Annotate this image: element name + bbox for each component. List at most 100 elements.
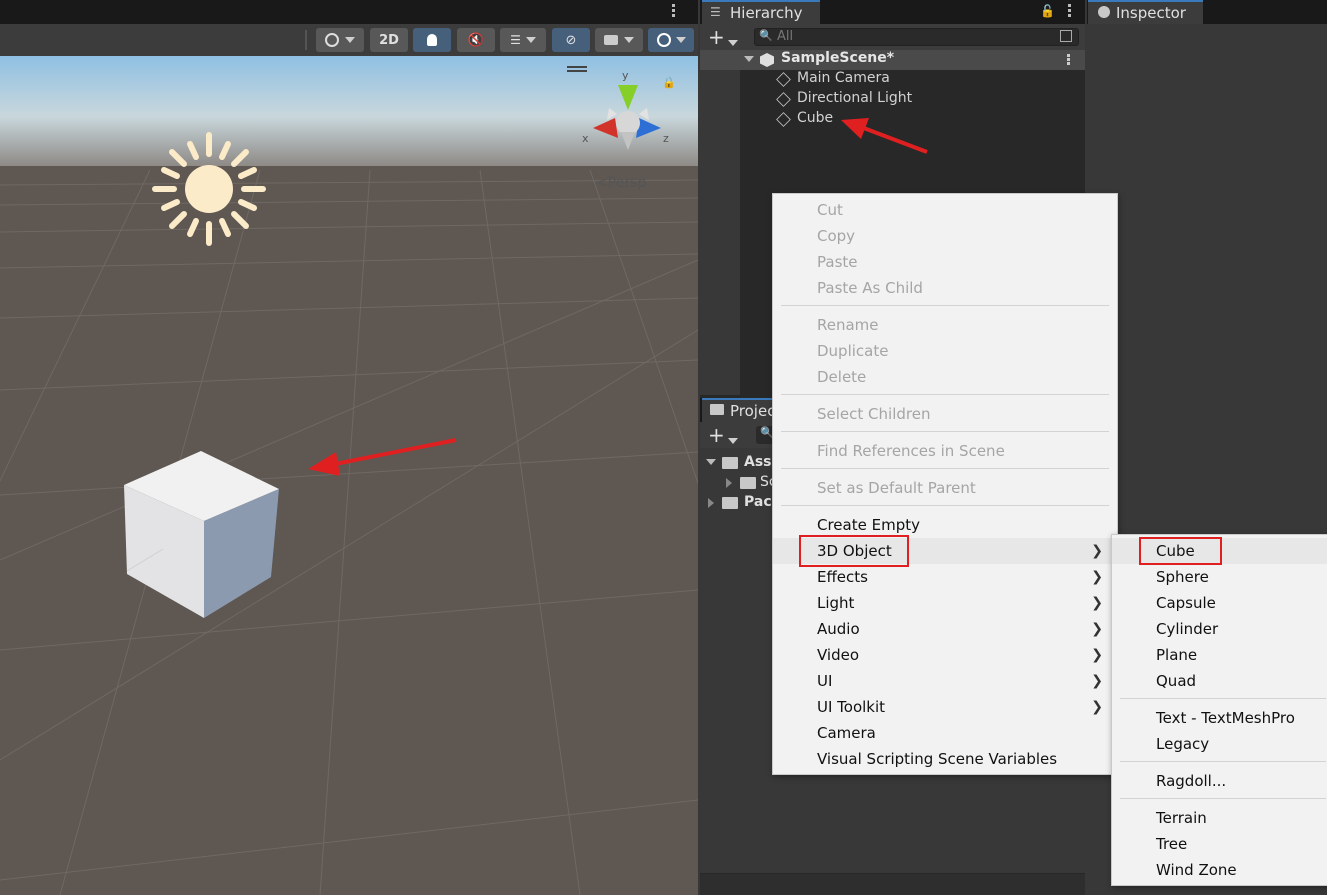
- submenu-item-plane[interactable]: Plane: [1112, 642, 1327, 668]
- menu-item-visual-scripting[interactable]: Visual Scripting Scene Variables: [773, 746, 1117, 772]
- menu-item-camera[interactable]: Camera: [773, 720, 1117, 746]
- menu-separator: [781, 305, 1109, 306]
- chevron-down-icon: [624, 37, 634, 43]
- camera-settings-button[interactable]: [595, 28, 643, 52]
- collapse-arrow-icon[interactable]: [708, 498, 714, 508]
- menu-item-audio[interactable]: Audio ❯: [773, 616, 1117, 642]
- hierarchy-item[interactable]: Main Camera: [775, 70, 1075, 90]
- project-tree-item[interactable]: Ass: [700, 454, 780, 474]
- folder-icon: [710, 404, 724, 415]
- submenu-item-ragdoll[interactable]: Ragdoll...: [1112, 768, 1327, 794]
- menu-item-light[interactable]: Light ❯: [773, 590, 1117, 616]
- submenu-item-quad[interactable]: Quad: [1112, 668, 1327, 694]
- chevron-down-icon: [675, 37, 686, 43]
- menu-item-duplicate[interactable]: Duplicate: [773, 338, 1117, 364]
- more-icon[interactable]: [672, 4, 675, 7]
- scene-tab-strip: [0, 0, 698, 24]
- toolbar-grip: [305, 30, 307, 50]
- menu-item-effects[interactable]: Effects ❯: [773, 564, 1117, 590]
- more-icon[interactable]: [1067, 54, 1070, 57]
- menu-separator: [781, 394, 1109, 395]
- chevron-down-icon[interactable]: [728, 34, 738, 50]
- chevron-left-icon: <: [596, 175, 608, 191]
- add-icon[interactable]: +: [708, 423, 725, 447]
- tab-inspector[interactable]: Inspector: [1088, 0, 1203, 24]
- submenu-item-tree[interactable]: Tree: [1112, 831, 1327, 857]
- chevron-down-icon[interactable]: [728, 432, 738, 448]
- toggle-2d-button[interactable]: 2D: [370, 28, 408, 52]
- submenu-item-cylinder[interactable]: Cylinder: [1112, 616, 1327, 642]
- submenu-item-capsule[interactable]: Capsule: [1112, 590, 1327, 616]
- more-icon[interactable]: [1068, 4, 1071, 7]
- hierarchy-item-label: Directional Light: [797, 90, 913, 106]
- submenu-item-textmeshpro[interactable]: Text - TextMeshPro: [1112, 705, 1327, 731]
- search-icon: 🔍: [759, 29, 773, 42]
- menu-item-rename[interactable]: Rename: [773, 312, 1117, 338]
- lock-icon[interactable]: 🔓: [1040, 4, 1055, 18]
- scene-visibility-button[interactable]: ⊘: [552, 28, 590, 52]
- hierarchy-gutter: [700, 70, 740, 395]
- submenu-item-legacy[interactable]: Legacy: [1112, 731, 1327, 757]
- gizmo-globe-icon: [656, 33, 671, 47]
- chevron-right-icon: ❯: [1091, 621, 1103, 637]
- shading-icon: [325, 33, 339, 47]
- unity-scene-icon: [760, 53, 774, 67]
- info-icon: [1098, 6, 1110, 18]
- orientation-gizmo[interactable]: [585, 70, 675, 155]
- directional-light-icon[interactable]: [152, 132, 266, 246]
- submenu-item-terrain[interactable]: Terrain: [1112, 805, 1327, 831]
- lighting-toggle-button[interactable]: [413, 28, 451, 52]
- menu-separator: [781, 505, 1109, 506]
- menu-item-delete[interactable]: Delete: [773, 364, 1117, 390]
- draw-mode-button[interactable]: [316, 28, 364, 52]
- collapse-arrow-icon[interactable]: [726, 478, 732, 488]
- folder-icon: [722, 457, 738, 469]
- menu-item-find-references[interactable]: Find References in Scene: [773, 438, 1117, 464]
- chevron-right-icon: ❯: [1091, 543, 1103, 559]
- projection-label: Persp: [607, 175, 647, 191]
- menu-item-paste[interactable]: Paste: [773, 249, 1117, 275]
- menu-item-copy[interactable]: Copy: [773, 223, 1117, 249]
- scene-name: SampleScene*: [781, 50, 895, 66]
- gizmo-x-label: x: [582, 132, 589, 145]
- annotation-highlight-3d-object: [799, 535, 909, 567]
- add-icon[interactable]: +: [708, 25, 725, 49]
- menu-separator: [1120, 761, 1326, 762]
- search-by-type-icon[interactable]: [1060, 30, 1072, 42]
- audio-toggle-button[interactable]: 🔇: [457, 28, 495, 52]
- expand-arrow-icon[interactable]: [706, 459, 716, 465]
- menu-item-cut[interactable]: Cut: [773, 197, 1117, 223]
- expand-arrow-icon[interactable]: [744, 56, 754, 62]
- gizmo-z-label: z: [663, 132, 669, 145]
- chevron-right-icon: ❯: [1091, 699, 1103, 715]
- chevron-down-icon: [345, 37, 355, 43]
- gizmo-y-label: y: [622, 69, 629, 82]
- effects-toggle-button[interactable]: ☰: [500, 28, 546, 52]
- project-tree-item[interactable]: Sc: [700, 474, 780, 494]
- menu-separator: [781, 468, 1109, 469]
- search-input[interactable]: 🔍 All: [754, 28, 1079, 46]
- eye-slash-icon: ⊘: [565, 32, 577, 48]
- menu-item-ui-toolkit[interactable]: UI Toolkit ❯: [773, 694, 1117, 720]
- gizmo-menu-icon[interactable]: [567, 66, 587, 68]
- menu-item-video[interactable]: Video ❯: [773, 642, 1117, 668]
- menu-separator: [1120, 698, 1326, 699]
- menu-item-set-default-parent[interactable]: Set as Default Parent: [773, 475, 1117, 501]
- gameobject-icon: [776, 92, 791, 107]
- menu-item-paste-as-child[interactable]: Paste As Child: [773, 275, 1117, 301]
- projection-toggle[interactable]: <Persp: [596, 175, 646, 191]
- gameobject-icon: [776, 112, 791, 127]
- folder-icon: [740, 477, 756, 489]
- project-tree-item[interactable]: Pac: [700, 494, 780, 514]
- video-camera-icon: [604, 35, 618, 45]
- submenu-item-wind-zone[interactable]: Wind Zone: [1112, 857, 1327, 883]
- chevron-right-icon: ❯: [1091, 595, 1103, 611]
- gizmos-button[interactable]: [648, 28, 694, 52]
- tab-hierarchy[interactable]: ☰ Hierarchy: [702, 0, 820, 24]
- submenu-item-sphere[interactable]: Sphere: [1112, 564, 1327, 590]
- hierarchy-item[interactable]: Directional Light: [775, 90, 1075, 110]
- hierarchy-scene-row[interactable]: SampleScene*: [700, 50, 1085, 70]
- scene-view[interactable]: 2D 🔇 ☰ ⊘ 🔒 y x z <Persp: [0, 0, 698, 895]
- menu-item-ui[interactable]: UI ❯: [773, 668, 1117, 694]
- menu-item-select-children[interactable]: Select Children: [773, 401, 1117, 427]
